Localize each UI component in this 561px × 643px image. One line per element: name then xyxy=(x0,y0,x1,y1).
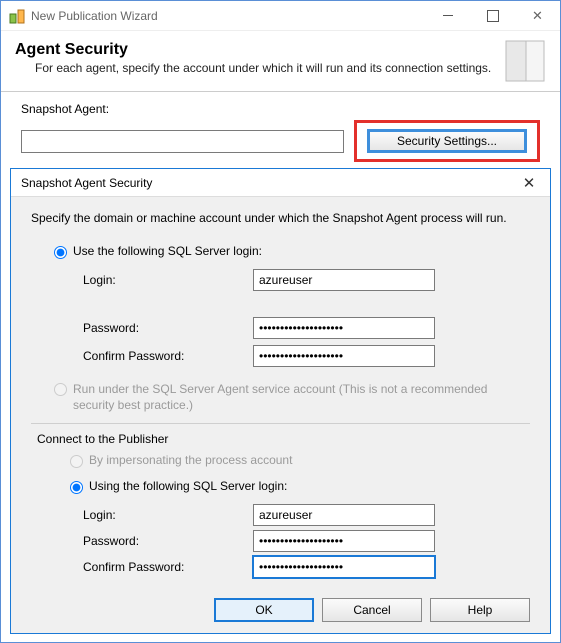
publisher-confirm-password-field[interactable] xyxy=(253,556,435,578)
password-label: Password: xyxy=(83,321,253,335)
window-controls xyxy=(425,1,560,30)
connect-publisher-group-label: Connect to the Publisher xyxy=(37,432,530,446)
dialog-title: Snapshot Agent Security xyxy=(21,176,514,190)
radio-impersonate: By impersonating the process account xyxy=(65,452,530,468)
titlebar: New Publication Wizard xyxy=(1,1,560,31)
cancel-button[interactable]: Cancel xyxy=(322,598,422,622)
publisher-confirm-password-label: Confirm Password: xyxy=(83,560,253,574)
snapshot-agent-security-dialog: Snapshot Agent Security ✕ Specify the do… xyxy=(10,168,551,634)
publisher-login-label: Login: xyxy=(83,508,253,522)
page-description: For each agent, specify the account unde… xyxy=(15,61,494,75)
wizard-header: Agent Security For each agent, specify t… xyxy=(1,31,560,92)
radio-use-sql-login-input[interactable] xyxy=(54,246,67,259)
ok-button[interactable]: OK xyxy=(214,598,314,622)
confirm-password-field[interactable] xyxy=(253,345,435,367)
radio-run-under-agent-account: Run under the SQL Server Agent service a… xyxy=(49,381,530,413)
minimize-button[interactable] xyxy=(425,1,470,30)
radio-use-sql-login-label: Use the following SQL Server login: xyxy=(73,244,262,258)
publisher-login-field[interactable] xyxy=(253,504,435,526)
close-button[interactable] xyxy=(515,1,560,30)
dialog-intro: Specify the domain or machine account un… xyxy=(31,211,530,225)
window-title: New Publication Wizard xyxy=(31,9,425,23)
snapshot-agent-account-field[interactable] xyxy=(21,130,344,153)
radio-run-under-agent-account-input xyxy=(54,383,67,396)
separator xyxy=(31,423,530,424)
page-title: Agent Security xyxy=(15,41,494,59)
password-field[interactable] xyxy=(253,317,435,339)
login-field[interactable] xyxy=(253,269,435,291)
radio-publisher-sql-login[interactable]: Using the following SQL Server login: xyxy=(65,478,530,494)
confirm-password-label: Confirm Password: xyxy=(83,349,253,363)
radio-run-under-agent-account-label: Run under the SQL Server Agent service a… xyxy=(73,381,530,413)
security-settings-button[interactable]: Security Settings... xyxy=(367,129,527,153)
dialog-close-button[interactable]: ✕ xyxy=(514,174,544,192)
help-button[interactable]: Help xyxy=(430,598,530,622)
radio-impersonate-label: By impersonating the process account xyxy=(89,453,292,467)
publisher-password-label: Password: xyxy=(83,534,253,548)
login-label: Login: xyxy=(83,273,253,287)
radio-use-sql-login[interactable]: Use the following SQL Server login: xyxy=(49,243,530,259)
dialog-button-row: OK Cancel Help xyxy=(11,592,550,632)
dialog-titlebar: Snapshot Agent Security ✕ xyxy=(11,169,550,197)
header-graphic-icon xyxy=(500,37,550,85)
snapshot-agent-label: Snapshot Agent: xyxy=(21,102,540,116)
highlight-annotation: Security Settings... xyxy=(354,120,540,162)
publisher-password-field[interactable] xyxy=(253,530,435,552)
maximize-button[interactable] xyxy=(470,1,515,30)
radio-publisher-sql-login-input[interactable] xyxy=(70,481,83,494)
radio-publisher-sql-login-label: Using the following SQL Server login: xyxy=(89,479,287,493)
wizard-icon xyxy=(9,8,25,24)
radio-impersonate-input xyxy=(70,455,83,468)
